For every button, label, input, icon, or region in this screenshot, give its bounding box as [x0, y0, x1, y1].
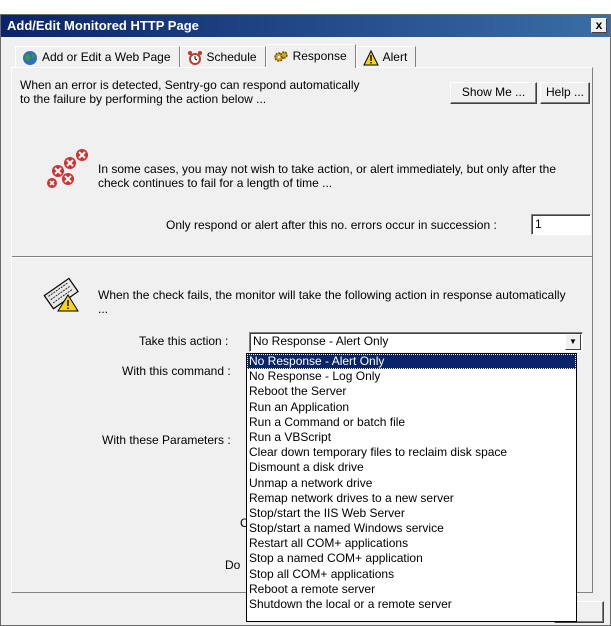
window-title: Add/Edit Monitored HTTP Page: [7, 18, 199, 33]
tab-alert[interactable]: Alert: [355, 46, 417, 68]
dropdown-option[interactable]: Remap network drives to a new server: [247, 491, 576, 506]
error-crosses-icon: [47, 149, 88, 188]
tab-label: Alert: [382, 50, 408, 64]
intro-text: When an error is detected, Sentry-go can…: [20, 78, 360, 106]
parameters-label: With these Parameters :: [102, 433, 231, 447]
tab-response[interactable]: Response: [265, 44, 356, 68]
take-action-label: Take this action :: [139, 334, 229, 348]
dropdown-option[interactable]: Unmap a network drive: [247, 476, 576, 491]
show-me-button[interactable]: Show Me ...: [450, 82, 537, 104]
dropdown-option[interactable]: No Response - Log Only: [247, 369, 576, 384]
dropdown-option[interactable]: Stop/start a named Windows service: [247, 521, 576, 536]
chevron-down-icon[interactable]: ▼: [565, 334, 581, 350]
alarm-clock-icon: [187, 51, 202, 65]
dropdown-option[interactable]: Shutdown the local or a remote server: [247, 597, 576, 612]
show-me-label: Show Me ...: [461, 85, 526, 99]
succession-count-input[interactable]: 1: [531, 214, 591, 235]
close-icon: x: [595, 18, 603, 32]
dropdown-option[interactable]: No Response - Alert Only: [247, 354, 576, 370]
help-button[interactable]: Help ...: [540, 82, 590, 104]
dropdown-option[interactable]: Clear down temporary files to reclaim di…: [247, 445, 576, 460]
keyboard-warning-icon: [43, 277, 79, 312]
warning-icon: [362, 50, 379, 66]
tab-label: Response: [292, 49, 347, 63]
delay-info-text: In some cases, you may not wish to take …: [98, 162, 556, 190]
dropdown-option[interactable]: Reboot the Server: [247, 384, 576, 399]
dropdown-option[interactable]: Stop a named COM+ application: [247, 551, 576, 566]
close-button[interactable]: x: [591, 18, 607, 33]
take-action-value: No Response - Alert Only: [253, 334, 389, 348]
dropdown-option[interactable]: Run an Application: [247, 400, 576, 415]
succession-label: Only respond or alert after this no. err…: [166, 218, 497, 232]
dropdown-option[interactable]: Reboot a remote server: [247, 582, 576, 597]
tab-web-page[interactable]: Add or Edit a Web Page: [15, 46, 180, 68]
dropdown-option[interactable]: Dismount a disk drive: [247, 460, 576, 475]
dropdown-option[interactable]: Stop/start the IIS Web Server: [247, 506, 576, 521]
help-label: Help ...: [545, 85, 584, 99]
take-action-select[interactable]: No Response - Alert Only ▼: [249, 332, 583, 352]
tab-label: Add or Edit a Web Page: [42, 50, 171, 64]
partial-label-do: Do: [225, 558, 241, 572]
action-dropdown-list[interactable]: No Response - Alert Only No Response - L…: [246, 353, 577, 622]
tab-strip: Add or Edit a Web Page Schedule Response: [15, 44, 417, 68]
tab-label: Schedule: [206, 50, 257, 64]
command-label: With this command :: [122, 364, 231, 378]
globe-icon: [23, 51, 37, 65]
action-info-text: When the check fails, the monitor will t…: [98, 288, 566, 316]
tab-schedule[interactable]: Schedule: [179, 46, 266, 68]
title-bar[interactable]: Add/Edit Monitored HTTP Page x: [1, 15, 610, 37]
dropdown-option[interactable]: Run a Command or batch file: [247, 415, 576, 430]
dropdown-option[interactable]: Run a VBScript: [247, 430, 576, 445]
dropdown-option[interactable]: Restart all COM+ applications: [247, 536, 576, 551]
dropdown-option[interactable]: Stop all COM+ applications: [247, 567, 576, 582]
section-divider: [12, 256, 592, 258]
succession-value: 1: [535, 217, 542, 231]
gears-icon: [273, 51, 288, 62]
